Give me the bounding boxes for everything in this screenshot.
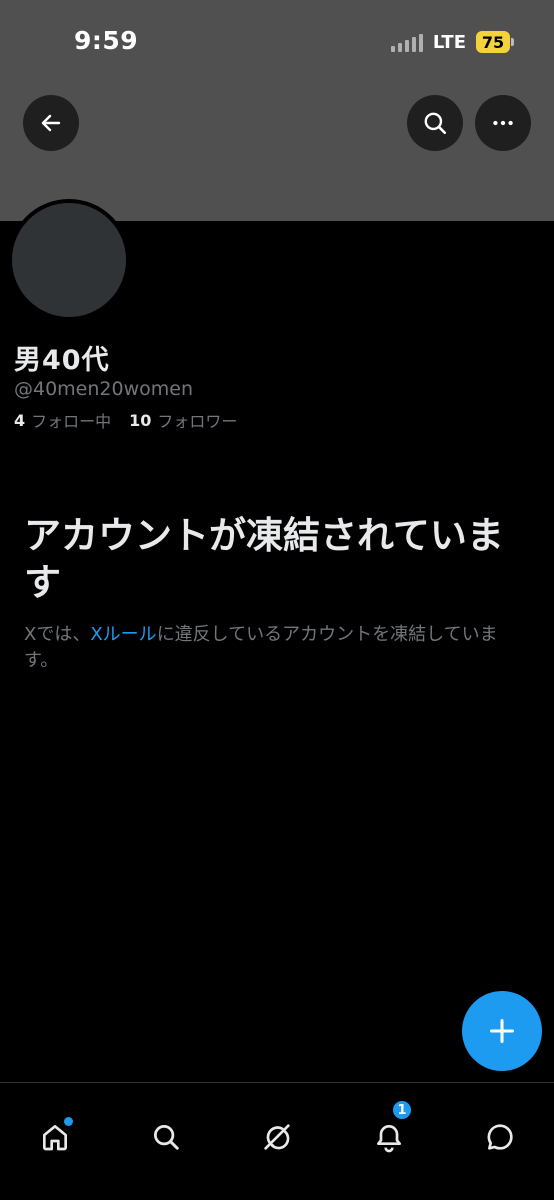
x-rules-link[interactable]: Xルール [90,624,156,645]
status-indicators: LTE 75 [390,30,514,54]
nav-search[interactable] [146,1117,186,1157]
network-type: LTE [432,31,466,53]
nav-home[interactable] [35,1117,75,1157]
following-count: 4 [14,410,26,430]
battery-level: 75 [476,31,510,53]
followers-link[interactable]: 10 フォロワー [129,408,237,432]
compose-button[interactable] [462,991,542,1071]
signal-icon [390,32,423,52]
followers-count: 10 [129,410,152,430]
battery-icon: 75 [476,31,514,53]
follow-stats: 4 フォロー中 10 フォロワー [14,408,237,432]
search-icon [424,112,447,135]
nav-grok[interactable] [257,1117,297,1157]
profile-screen: 9:59 LTE 75 男40代 @40men20women 4 フォロー中 1… [0,0,554,1200]
suspended-description: Xでは、Xルールに違反しているアカウントを凍結しています。 [24,622,524,674]
handle: @40men20women [14,378,193,400]
suspended-title: アカウントが凍結されています [24,514,504,604]
plus-icon [489,1018,515,1044]
message-icon [487,1124,513,1150]
nav-messages[interactable] [480,1117,520,1157]
grok-icon [264,1124,290,1150]
notification-badge: 1 [391,1099,413,1121]
home-notification-dot [64,1117,73,1126]
display-name: 男40代 [14,345,110,376]
more-horizontal-icon [493,120,513,126]
following-link[interactable]: 4 フォロー中 [14,408,111,432]
back-button[interactable] [23,95,79,151]
following-label: フォロー中 [31,412,112,431]
desc-prefix: Xでは、 [24,624,91,645]
search-icon [154,1125,179,1150]
avatar[interactable] [8,199,130,321]
followers-label: フォロワー [157,412,238,431]
arrow-left-icon [41,114,61,132]
search-button[interactable] [407,95,463,151]
bottom-nav: 1 [0,1082,554,1200]
status-time: 9:59 [74,26,139,55]
bell-icon [377,1125,401,1153]
more-button[interactable] [475,95,531,151]
nav-notifications[interactable]: 1 [369,1099,413,1157]
